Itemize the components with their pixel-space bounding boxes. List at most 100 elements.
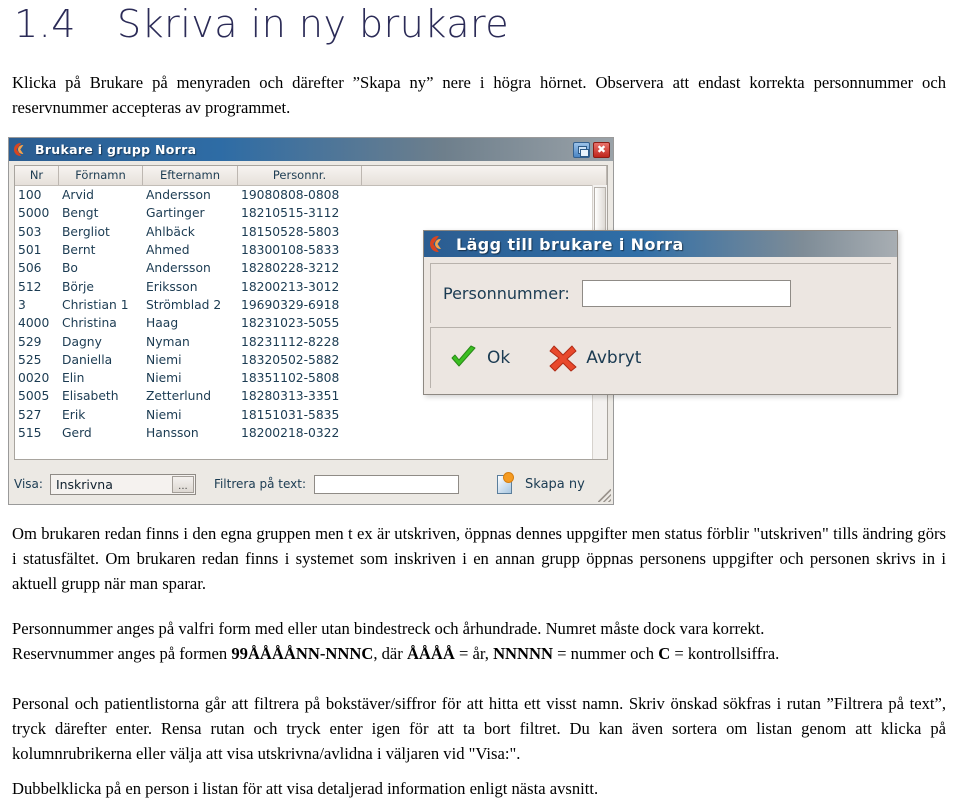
table-cell-pnr: 19690329-6918 xyxy=(241,297,340,312)
table-cell-pnr: 18200218-0322 xyxy=(241,426,340,440)
embedded-screenshot: Brukare i grupp Norra ✖ Nr Förnamn Efter… xyxy=(8,137,912,515)
visa-label: Visa: xyxy=(14,477,43,491)
table-cell-en: Niemi xyxy=(146,371,182,386)
table-cell-en: Eriksson xyxy=(146,279,198,294)
table-cell-pnr: 18151031-5835 xyxy=(241,407,340,422)
green-check-icon xyxy=(451,345,476,367)
p2-format-1: 99ÅÅÅÅNN-NNNC xyxy=(231,644,374,663)
table-cell-nr: 525 xyxy=(18,352,42,367)
table-cell-fn: Bernt xyxy=(62,243,96,258)
skapa-ny-label: Skapa ny xyxy=(525,476,585,492)
table-cell-en: Gartinger xyxy=(146,206,205,221)
table-cell-nr: 515 xyxy=(18,426,42,440)
table-cell-pnr: 18280228-3212 xyxy=(241,261,340,276)
table-cell-nr: 4000 xyxy=(18,316,50,331)
list-column-headers: Nr Förnamn Efternamn Personnr. xyxy=(15,166,607,186)
ok-button[interactable]: Ok xyxy=(449,345,510,371)
filter-text-input[interactable] xyxy=(314,474,460,494)
table-cell-fn: Börje xyxy=(62,279,94,294)
window-resize-grip[interactable] xyxy=(598,489,611,502)
dialog-button-group: Ok Avbryt xyxy=(430,327,891,388)
table-cell-en: Haag xyxy=(146,316,179,331)
table-cell-nr: 5000 xyxy=(18,206,50,221)
table-cell-en: Nyman xyxy=(146,334,190,349)
personnummer-label: Personnummer: xyxy=(443,284,570,303)
skapa-ny-button[interactable]: Skapa ny xyxy=(495,472,585,496)
table-row[interactable]: 100 Arvid Andersson 19080808-0808 xyxy=(15,186,607,204)
table-cell-fn: Christian 1 xyxy=(62,297,129,312)
table-cell-fn: Gerd xyxy=(62,426,92,440)
cancel-label: Avbryt xyxy=(586,348,642,368)
column-header-filler xyxy=(362,166,607,185)
dialog-titlebar[interactable]: Lägg till brukare i Norra xyxy=(424,231,897,257)
table-cell-fn: Erik xyxy=(62,407,86,422)
table-cell-en: Andersson xyxy=(146,188,211,203)
p2-mid-3: = nummer och xyxy=(553,644,659,663)
table-cell-nr: 501 xyxy=(18,243,42,258)
p2-mid-1: , där xyxy=(373,644,407,663)
p2-format-3: NNNNN xyxy=(493,644,553,663)
table-cell-nr: 5005 xyxy=(18,389,50,404)
personnummer-input[interactable] xyxy=(581,280,791,307)
table-cell-pnr: 18150528-5803 xyxy=(241,224,340,239)
cancel-button[interactable]: Avbryt xyxy=(548,344,641,372)
table-cell-nr: 503 xyxy=(18,224,42,239)
window-titlebar[interactable]: Brukare i grupp Norra ✖ xyxy=(9,138,613,161)
p2-format-2: ÅÅÅÅ xyxy=(406,644,455,663)
table-row[interactable]: 5000 Bengt Gartinger 18210515-3112 xyxy=(15,204,607,222)
ok-label: Ok xyxy=(487,348,511,368)
paragraph-2-line-2: Reservnummer anges på formen 99ÅÅÅÅNN-NN… xyxy=(12,641,946,666)
column-header-personnr[interactable]: Personnr. xyxy=(238,166,362,185)
table-cell-nr: 529 xyxy=(18,334,42,349)
app-logo-icon xyxy=(14,142,29,157)
p2-end: = kontrollsiffra. xyxy=(670,644,780,663)
table-row[interactable]: 515 Gerd Hansson 18200218-0322 xyxy=(15,424,607,442)
paragraph-1: Om brukaren redan finns i den egna grupp… xyxy=(12,524,946,593)
table-cell-pnr: 18351102-5808 xyxy=(241,371,340,386)
table-cell-pnr: 18200213-3012 xyxy=(241,279,340,294)
page-title: 1.4 Skriva in ny brukare xyxy=(14,2,509,46)
page-title-number: 1.4 xyxy=(14,2,76,46)
new-document-icon xyxy=(495,472,516,496)
table-cell-nr: 512 xyxy=(18,279,42,294)
visa-browse-button[interactable]: ... xyxy=(171,475,194,493)
table-cell-pnr: 18320502-5882 xyxy=(241,352,340,367)
table-cell-fn: Bengt xyxy=(62,206,99,221)
table-cell-fn: Elin xyxy=(62,371,85,386)
dialog-field-group: Personnummer: xyxy=(430,263,891,323)
restore-window-button[interactable] xyxy=(573,141,590,158)
table-row[interactable]: 527 Erik Niemi 18151031-5835 xyxy=(15,406,607,424)
table-cell-pnr: 18210515-3112 xyxy=(241,206,340,221)
close-window-button[interactable]: ✖ xyxy=(593,141,610,158)
table-cell-nr: 100 xyxy=(18,188,42,203)
table-cell-fn: Dagny xyxy=(62,334,102,349)
table-cell-en: Hansson xyxy=(146,426,199,440)
app-logo-icon xyxy=(430,235,448,253)
column-header-efternamn[interactable]: Efternamn xyxy=(143,166,238,185)
table-cell-en: Ahmed xyxy=(146,243,190,258)
table-cell-fn: Arvid xyxy=(62,188,94,203)
paragraph-4: Dubbelklicka på en person i listan för a… xyxy=(12,779,599,798)
paragraph-3: Personal och patientlistorna går att fil… xyxy=(12,694,946,763)
table-cell-nr: 3 xyxy=(18,297,26,312)
window-title: Brukare i grupp Norra xyxy=(35,142,197,157)
table-cell-pnr: 18280313-3351 xyxy=(241,389,340,404)
table-cell-en: Ahlbäck xyxy=(146,224,195,239)
table-cell-nr: 0020 xyxy=(18,371,50,386)
p2-format-4: C xyxy=(658,644,671,663)
table-cell-fn: Elisabeth xyxy=(62,389,119,404)
table-cell-en: Zetterlund xyxy=(146,389,212,404)
table-cell-pnr: 18231112-8228 xyxy=(241,334,340,349)
table-cell-nr: 527 xyxy=(18,407,42,422)
column-header-fornamn[interactable]: Förnamn xyxy=(59,166,143,185)
column-header-nr[interactable]: Nr xyxy=(15,166,59,185)
p2-mid-2: = år, xyxy=(454,644,494,663)
red-x-icon xyxy=(549,345,577,372)
table-cell-en: Strömblad 2 xyxy=(146,297,222,312)
table-cell-fn: Bergliot xyxy=(62,224,110,239)
table-cell-pnr: 18300108-5833 xyxy=(241,243,340,258)
list-toolbar: Visa: Inskrivna ... Filtrera på text: Sk… xyxy=(14,466,607,502)
visa-select[interactable]: Inskrivna ... xyxy=(49,473,196,495)
table-cell-en: Andersson xyxy=(146,261,211,276)
dialog-title: Lägg till brukare i Norra xyxy=(456,234,684,254)
